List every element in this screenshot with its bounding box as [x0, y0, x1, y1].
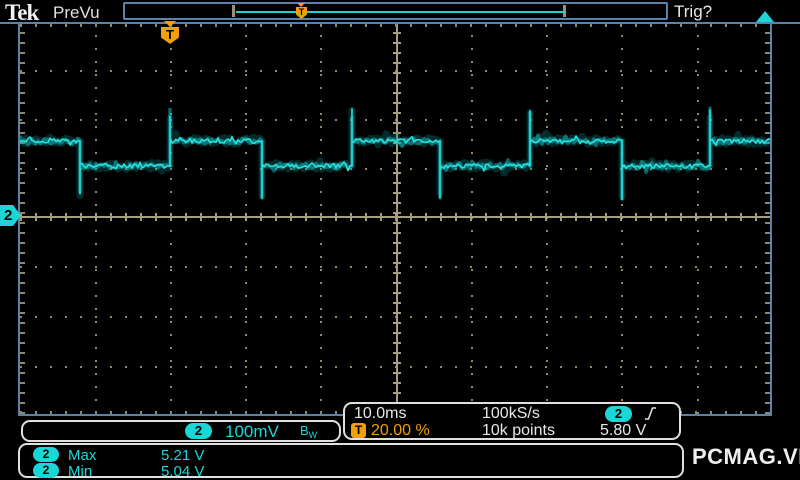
measurement-row: 2 Max 5.21 V — [20, 447, 682, 464]
trigger-level-readout: 5.80 V — [600, 422, 647, 439]
trigger-position-readout: 20.00 % — [371, 422, 430, 439]
channel-readout-box: 2 100mV BW — [21, 420, 341, 442]
watermark: PCMAG.VN — [692, 444, 800, 469]
trigger-position-flag: T — [161, 21, 179, 44]
sample-rate-readout: 100kS/s — [482, 405, 540, 422]
bandwidth-b: B — [300, 423, 309, 438]
vertical-scale-readout: 100mV — [225, 422, 279, 441]
trigger-type-badge: T — [351, 423, 366, 438]
oscilloscope-screen: { "header": { "logo": "Tek", "acq_status… — [0, 0, 800, 480]
trigger-t-icon: T — [161, 27, 179, 44]
measurement-channel-badge: 2 — [33, 447, 59, 462]
measurement-channel-badge: 2 — [33, 463, 59, 478]
bandwidth-limit-indicator: BW — [300, 423, 317, 440]
record-length-readout: 10k points — [482, 422, 555, 439]
trigger-source-badge: 2 — [605, 406, 632, 422]
trigger-slope-icon — [645, 407, 656, 420]
trigger-arrow-icon — [164, 21, 176, 27]
timebase-readout: 10.0ms — [354, 405, 407, 422]
measurement-row: 2 Min 5.04 V — [20, 462, 682, 480]
measurement-name: Min — [68, 463, 93, 480]
measurements-box: 2 Max 5.21 V 2 Min 5.04 V — [18, 443, 684, 480]
bandwidth-sub: W — [308, 430, 318, 440]
offscreen-level-arrow-icon — [756, 11, 774, 22]
horizontal-trigger-readout-box: 10.0ms 100kS/s 2 T 20.00 % 10k points 5.… — [343, 402, 681, 440]
channel-2-badge: 2 — [185, 423, 212, 439]
measurement-value: 5.04 V — [161, 463, 205, 480]
